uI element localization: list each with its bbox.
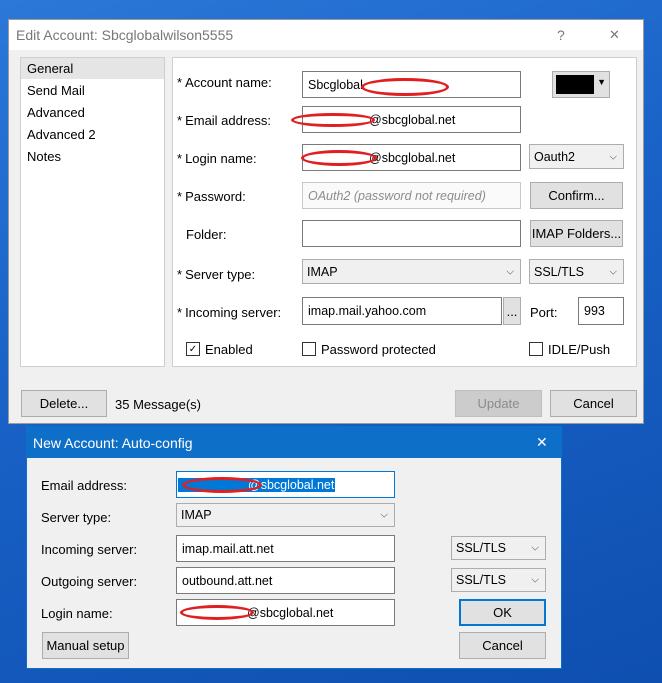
redaction-scribble [182, 477, 262, 493]
redaction-scribble [291, 113, 375, 127]
nav-item-label: Advanced 2 [27, 126, 96, 142]
manual-setup-button[interactable]: Manual setup [42, 632, 129, 659]
auto-incoming-label: Incoming server: [41, 541, 138, 557]
close-icon[interactable]: ✕ [536, 434, 548, 451]
redaction-scribble [301, 150, 377, 166]
browse-server-button[interactable]: ... [503, 297, 521, 325]
auto-email-label: Email address: [41, 477, 127, 493]
edit-nav-list: General Send Mail Advanced Advanced 2 No… [20, 57, 165, 367]
edit-account-titlebar: Edit Account: Sbcglobalwilson5555 ? ✕ [9, 20, 643, 50]
login-label: * Login name: [177, 150, 257, 166]
idle-push-checkbox[interactable]: IDLE/Push [529, 339, 610, 359]
edit-account-window: Edit Account: Sbcglobalwilson5555 ? ✕ Ge… [8, 19, 644, 424]
folder-label: Folder: [186, 226, 227, 242]
incoming-server-label: * Incoming server: [177, 304, 282, 320]
security-select[interactable]: SSL/TLS ⌵ [529, 259, 624, 284]
email-label: * Email address: [177, 112, 272, 128]
redaction-scribble [180, 605, 254, 620]
port-label: Port: [530, 304, 558, 320]
auto-incoming-field[interactable]: imap.mail.att.net [176, 535, 395, 562]
auto-server-type-label: Server type: [41, 509, 112, 525]
chevron-down-icon: ⌵ [609, 266, 617, 277]
chevron-down-icon: ⌵ [506, 266, 514, 277]
checkmark-icon: ✓ [186, 342, 200, 356]
chevron-down-icon: ⌵ [531, 574, 539, 586]
nav-item-label: Send Mail [27, 82, 85, 98]
chevron-down-icon: ⌵ [531, 542, 539, 554]
password-protected-checkbox[interactable]: Password protected [302, 339, 436, 359]
nav-item-general[interactable]: General [21, 58, 164, 79]
nav-item-notes[interactable]: Notes [21, 145, 164, 167]
color-swatch [556, 75, 594, 94]
account-name-label: * Account name: [177, 74, 272, 90]
help-button[interactable]: ? [557, 27, 565, 43]
auto-outgoing-label: Outgoing server: [41, 573, 138, 589]
message-count: 35 Message(s) [115, 396, 201, 412]
auto-cancel-button[interactable]: Cancel [459, 632, 546, 659]
nav-item-advanced[interactable]: Advanced [21, 101, 164, 123]
nav-item-label: General [27, 61, 74, 76]
nav-item-label: Notes [27, 148, 61, 164]
auto-outgoing-security-select[interactable]: SSL/TLS ⌵ [451, 568, 546, 592]
auth-method-select[interactable]: Oauth2 ⌵ [529, 144, 624, 169]
close-icon[interactable]: ✕ [609, 27, 620, 43]
edit-general-panel: * Account name: Sbcglobal ▼ * Email addres… [172, 57, 637, 367]
server-type-select[interactable]: IMAP ⌵ [302, 259, 521, 284]
new-account-window: New Account: Auto-config ✕ Email address… [26, 426, 562, 669]
ok-button[interactable]: OK [459, 599, 546, 626]
enabled-checkbox[interactable]: ✓ Enabled [186, 339, 253, 359]
confirm-button[interactable]: Confirm... [530, 182, 623, 209]
folder-field[interactable] [302, 220, 521, 247]
chevron-down-icon: ⌵ [609, 151, 617, 162]
auto-incoming-security-select[interactable]: SSL/TLS ⌵ [451, 536, 546, 560]
auto-server-type-select[interactable]: IMAP ⌵ [176, 503, 395, 527]
nav-item-send-mail[interactable]: Send Mail [21, 79, 164, 101]
color-swatch-picker[interactable]: ▼ [552, 71, 610, 98]
incoming-server-field[interactable]: imap.mail.yahoo.com [302, 297, 502, 325]
server-type-label: * Server type: [177, 266, 256, 282]
chevron-down-icon: ⌵ [380, 509, 388, 521]
imap-folders-button[interactable]: IMAP Folders... [530, 220, 623, 247]
new-account-title: New Account: Auto-config [33, 434, 193, 451]
redaction-scribble [361, 78, 449, 96]
update-button[interactable]: Update [455, 390, 542, 417]
nav-item-advanced-2[interactable]: Advanced 2 [21, 123, 164, 145]
nav-item-label: Advanced [27, 104, 85, 120]
new-account-titlebar: New Account: Auto-config ✕ [27, 427, 561, 458]
chevron-down-icon: ▼ [597, 77, 606, 87]
delete-button[interactable]: Delete... [21, 390, 107, 417]
edit-account-title: Edit Account: Sbcglobalwilson5555 [16, 27, 234, 43]
auto-outgoing-field[interactable]: outbound.att.net [176, 567, 395, 594]
password-label: * Password: [177, 188, 246, 204]
port-field[interactable]: 993 [578, 297, 624, 325]
cancel-button[interactable]: Cancel [550, 390, 637, 417]
auto-login-label: Login name: [41, 605, 113, 621]
password-field[interactable]: OAuth2 (password not required) [302, 182, 521, 209]
